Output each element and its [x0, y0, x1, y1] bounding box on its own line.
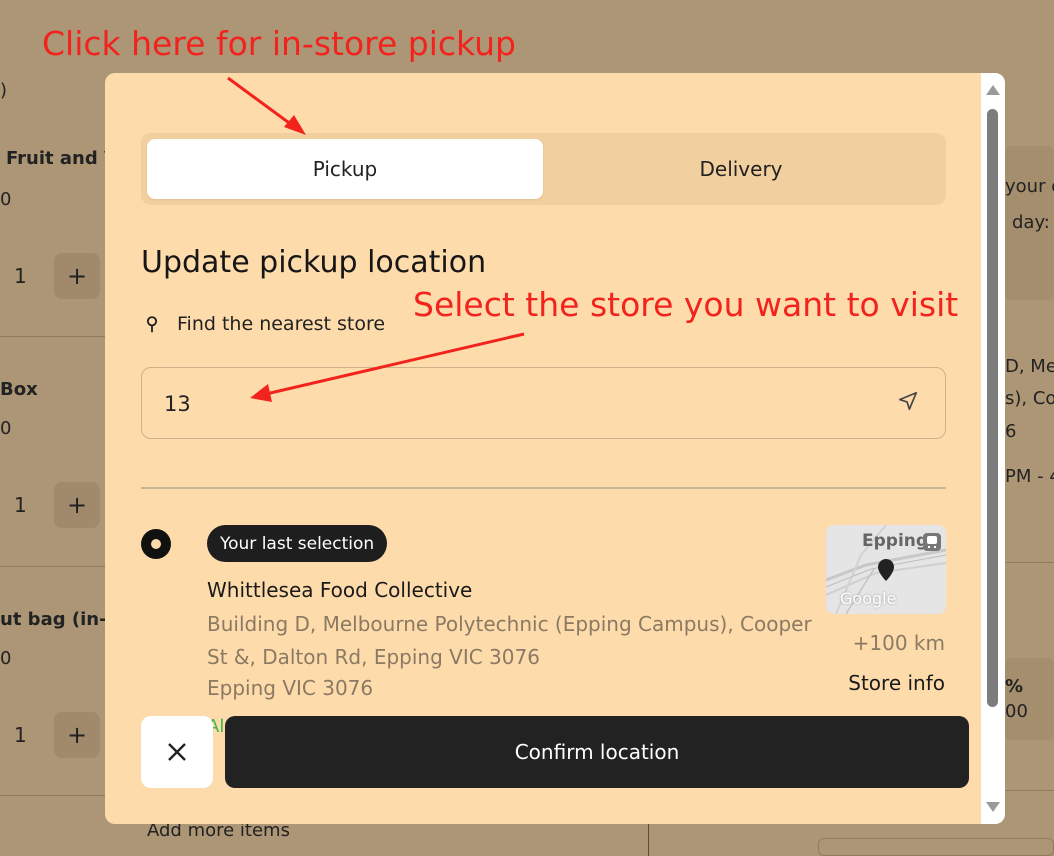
find-nearest-store-label: Find the nearest store	[177, 313, 386, 335]
bg-price: 0	[0, 418, 12, 439]
store-suburb: Epping VIC 3076	[207, 676, 374, 700]
pickup-location-modal: Pickup Delivery Update pickup location F…	[105, 73, 1005, 824]
bg-plus-button[interactable]: +	[54, 712, 100, 758]
store-map-thumbnail[interactable]: Epping Google	[826, 525, 946, 614]
map-pin-icon	[146, 316, 158, 333]
bg-column-divider	[648, 824, 649, 856]
last-selection-badge: Your last selection	[207, 525, 388, 562]
store-radio[interactable]	[141, 529, 171, 559]
bg-plus-button[interactable]: +	[54, 253, 100, 299]
bg-product-title: Fruit and V	[6, 148, 118, 169]
google-logo: Google	[840, 589, 897, 608]
bg-divider	[0, 336, 106, 337]
bg-text: s), Coo	[1005, 388, 1054, 409]
scroll-up-arrow-icon[interactable]	[986, 85, 1000, 95]
store-distance: +100 km	[852, 631, 945, 655]
store-address: Building D, Melbourne Polytechnic (Eppin…	[207, 612, 812, 669]
bg-text: day:	[1012, 212, 1050, 233]
fulfillment-toggle: Pickup Delivery	[141, 133, 946, 205]
bg-price: 0	[0, 189, 12, 210]
bg-text: 00	[1005, 701, 1028, 722]
bg-quantity: 1	[14, 264, 27, 288]
close-button[interactable]	[141, 716, 213, 788]
tab-delivery[interactable]: Delivery	[543, 139, 939, 199]
bg-divider	[1005, 790, 1054, 791]
bg-card	[818, 838, 1054, 856]
radio-selected-dot	[151, 539, 161, 549]
close-icon	[168, 743, 186, 761]
bg-divider	[0, 795, 106, 796]
bg-product-title: ut bag (in-s	[0, 609, 118, 630]
confirm-location-button[interactable]: Confirm location	[225, 716, 969, 788]
bg-card	[1005, 658, 1054, 740]
bg-quantity: 1	[14, 723, 27, 747]
navigation-arrow-icon[interactable]	[897, 390, 919, 412]
modal-scrollbar[interactable]	[981, 73, 1005, 824]
tab-pickup[interactable]: Pickup	[147, 139, 543, 199]
bg-product-title: Box	[0, 379, 38, 400]
bg-divider	[1005, 562, 1054, 563]
store-name: Whittlesea Food Collective	[207, 578, 473, 602]
bg-quantity: 1	[14, 493, 27, 517]
scroll-down-arrow-icon[interactable]	[986, 802, 1000, 812]
section-divider	[141, 487, 946, 489]
modal-heading: Update pickup location	[141, 245, 487, 280]
location-search-input[interactable]	[164, 386, 864, 422]
bg-text: D, Me	[1005, 356, 1054, 377]
bg-divider	[0, 566, 106, 567]
bg-text: %	[1005, 676, 1024, 697]
train-icon	[923, 533, 941, 551]
store-info-link[interactable]: Store info	[848, 671, 945, 695]
store-hint-annotation: Select the store you want to visit	[413, 285, 959, 324]
bg-plus-button[interactable]: +	[54, 482, 100, 528]
map-place-label: Epping	[862, 531, 929, 551]
scroll-thumb[interactable]	[987, 109, 998, 707]
bg-price: 0	[0, 648, 12, 669]
find-nearest-store-link[interactable]: Find the nearest store	[141, 313, 385, 335]
pickup-hint-annotation: Click here for in-store pickup	[42, 24, 517, 63]
bg-text: 6	[1005, 421, 1017, 442]
bg-text: )	[0, 80, 8, 101]
location-search-box	[141, 367, 946, 439]
bg-text: PM - 4	[1005, 466, 1054, 487]
bg-text: your o	[1005, 176, 1054, 197]
